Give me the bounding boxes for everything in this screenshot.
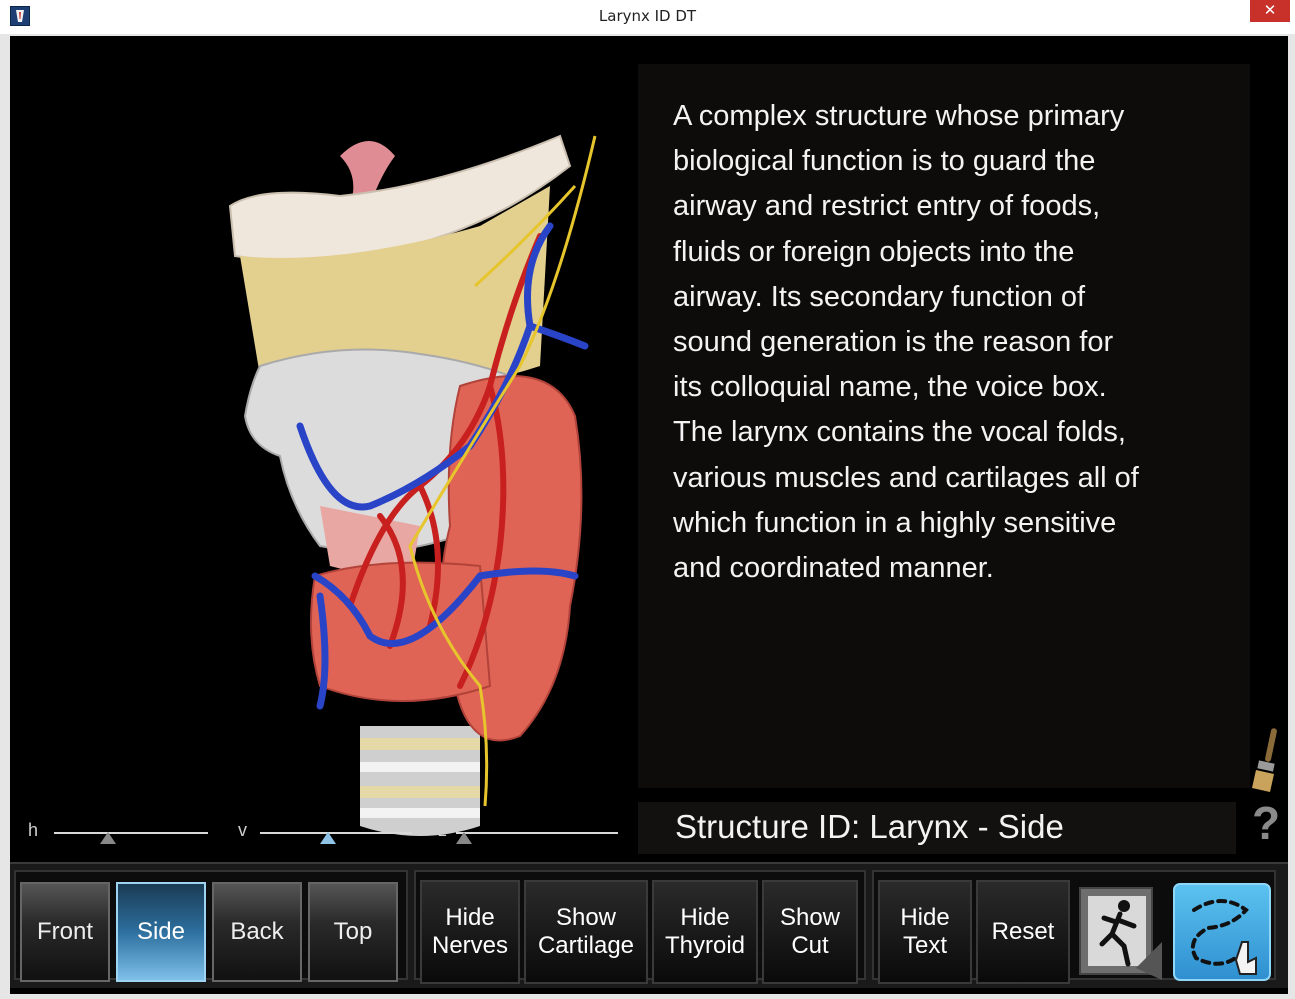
title-bar: Larynx ID DT ✕ xyxy=(0,0,1295,34)
structure-id-bar: Structure ID: Larynx - Side xyxy=(638,802,1236,854)
view-side-button[interactable]: Side xyxy=(116,882,206,982)
view-top-button[interactable]: Top xyxy=(308,882,398,982)
slider-z-label: z xyxy=(438,820,447,840)
description-line: airway. Its secondary function of xyxy=(673,280,1086,313)
slider-h-label: h xyxy=(28,820,39,840)
running-man-exit-icon[interactable] xyxy=(1076,882,1164,982)
slider-h[interactable]: h xyxy=(28,820,218,850)
paint-brush-icon[interactable] xyxy=(1250,726,1282,794)
larynx-illustration xyxy=(228,134,597,836)
slider-z[interactable]: z xyxy=(438,820,622,850)
description-line: its colloquial name, the voice box. xyxy=(673,371,1107,404)
dashed-path-pointer-icon[interactable] xyxy=(1172,882,1272,982)
reset-button[interactable]: Reset xyxy=(976,880,1070,984)
slider-h-thumb[interactable] xyxy=(99,832,116,844)
description-panel: A complex structure whose primary biolog… xyxy=(638,64,1250,788)
view-button-group: Front Side Back Top xyxy=(14,870,408,982)
hide-text-button[interactable]: Hide Text xyxy=(878,880,972,984)
slider-h-track[interactable] xyxy=(54,832,208,834)
window-title: Larynx ID DT xyxy=(598,7,697,25)
hide-thyroid-button[interactable]: Hide Thyroid xyxy=(652,880,758,984)
slider-v-label: v xyxy=(238,820,247,840)
slider-z-track[interactable] xyxy=(456,832,618,834)
description-text: A complex structure whose primary biolog… xyxy=(673,94,1233,591)
description-line: which function in a highly sensitive xyxy=(673,506,1117,539)
show-cut-button[interactable]: Show Cut xyxy=(762,880,858,984)
slider-v[interactable]: v xyxy=(238,820,418,850)
slider-z-thumb[interactable] xyxy=(456,832,473,844)
help-icon[interactable]: ? xyxy=(1250,798,1282,848)
description-line: The larynx contains the vocal folds, xyxy=(673,416,1126,449)
description-line: airway and restrict entry of foods, xyxy=(673,190,1101,223)
description-line: sound generation is the reason for xyxy=(673,326,1114,359)
description-line: and coordinated manner. xyxy=(673,552,994,585)
close-button[interactable]: ✕ xyxy=(1250,0,1290,22)
view-front-button[interactable]: Front xyxy=(20,882,110,982)
bottom-toolbar: Front Side Back Top Hide Nerves Show Car… xyxy=(10,862,1288,988)
main-stage: A complex structure whose primary biolog… xyxy=(10,36,1288,994)
view-back-button[interactable]: Back xyxy=(212,882,302,982)
hide-nerves-button[interactable]: Hide Nerves xyxy=(420,880,520,984)
structure-id-label: Structure ID: Larynx - Side xyxy=(675,808,1064,845)
description-line: biological function is to guard the xyxy=(673,145,1096,178)
slider-v-thumb[interactable] xyxy=(320,832,337,844)
description-line: various muscles and cartilages all of xyxy=(673,461,1139,494)
description-line: A complex structure whose primary xyxy=(673,100,1125,132)
description-line: fluids or foreign objects into the xyxy=(673,235,1075,268)
action-button-group: Hide Text Reset xyxy=(872,870,1276,984)
show-cartilage-button[interactable]: Show Cartilage xyxy=(524,880,648,984)
toggle-button-group: Hide Nerves Show Cartilage Hide Thyroid … xyxy=(414,870,866,984)
